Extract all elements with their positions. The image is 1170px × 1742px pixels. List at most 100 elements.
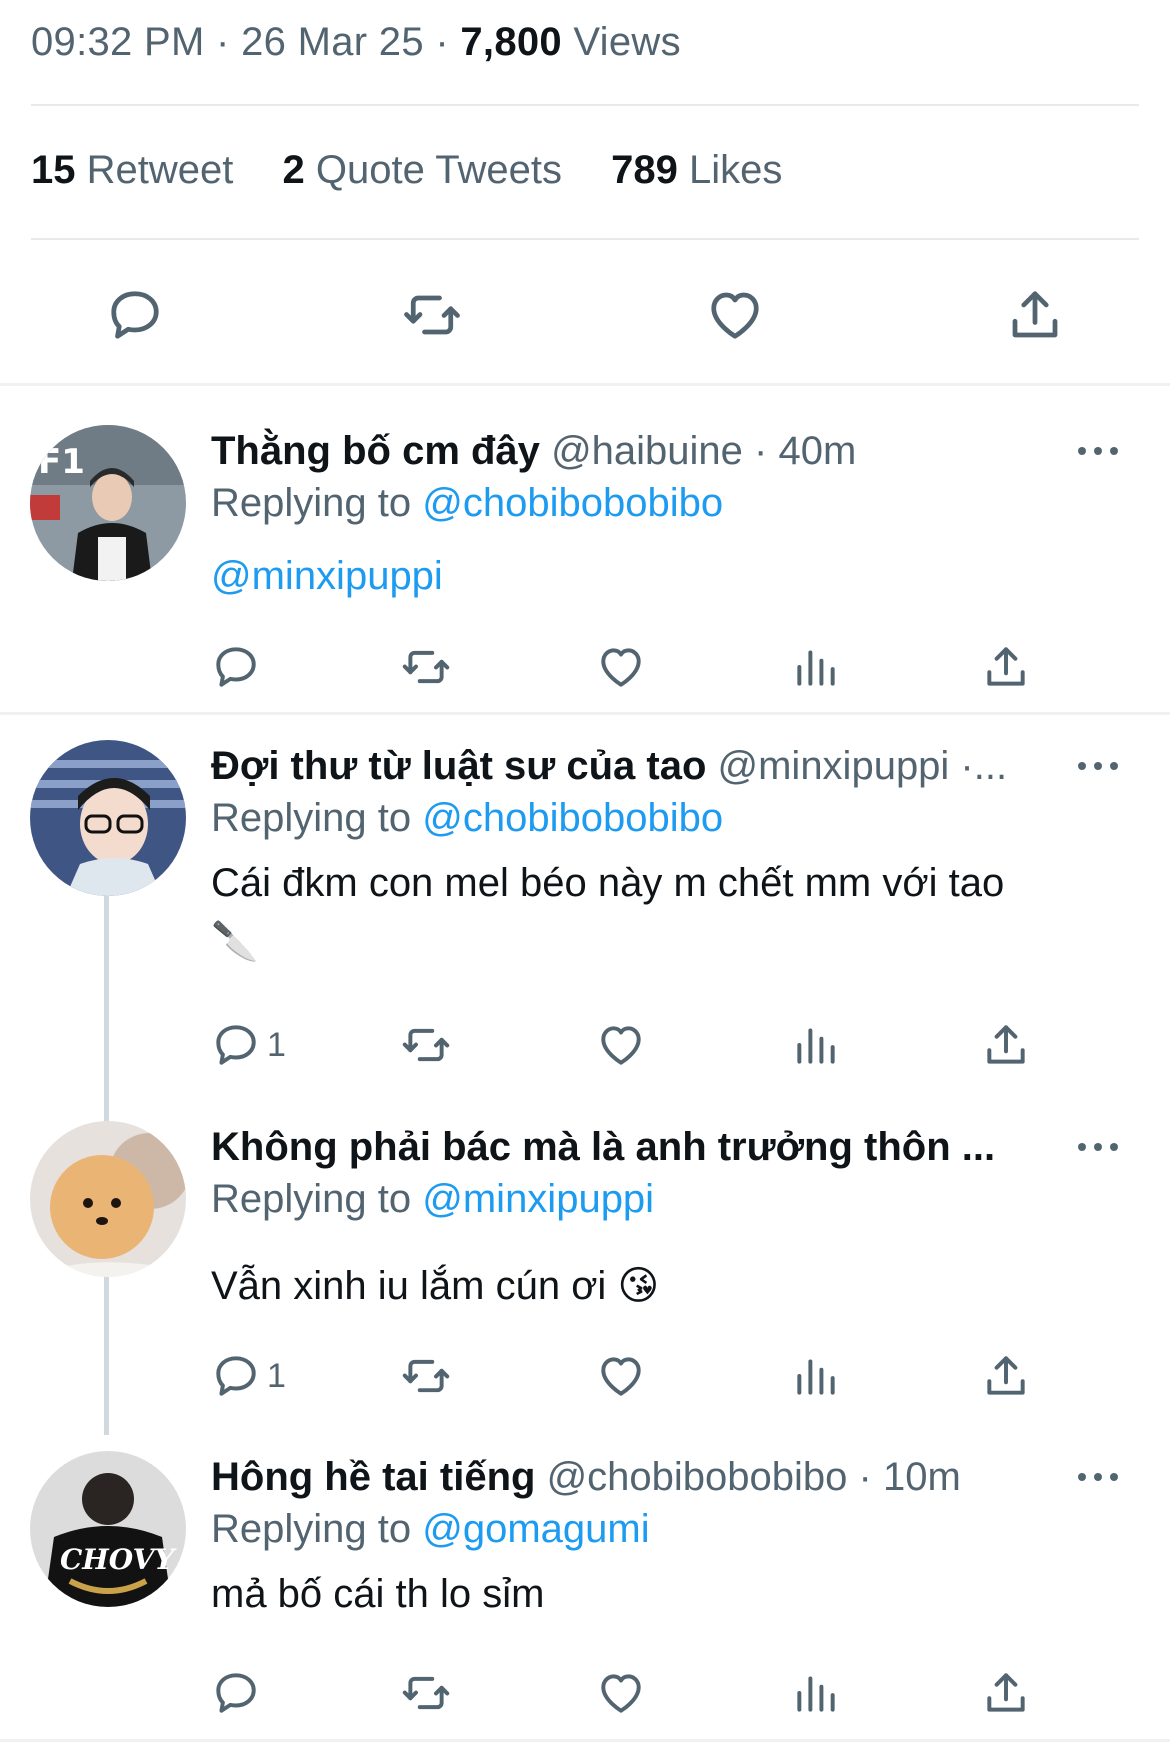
retweet-button[interactable] bbox=[397, 280, 467, 350]
reply-header: Không phải bác mà là anh trưởng thôn ... bbox=[211, 1121, 1051, 1173]
avatar[interactable]: CHOVY bbox=[30, 1451, 186, 1607]
reply-item[interactable]: Đợi thư từ luật sư của tao @minxipuppi ·… bbox=[0, 740, 1170, 1110]
replying-to-link[interactable]: @chobibobobibo bbox=[422, 481, 723, 525]
share-button[interactable] bbox=[981, 637, 1031, 697]
share-icon bbox=[981, 642, 1031, 692]
retweets-label: Retweet bbox=[86, 148, 234, 192]
share-button[interactable] bbox=[981, 1663, 1031, 1723]
handle[interactable]: @chobibobobibo bbox=[547, 1455, 848, 1499]
kiss-emoji: 😘 bbox=[617, 1264, 660, 1308]
avatar[interactable]: F1 bbox=[30, 425, 186, 581]
avatar[interactable] bbox=[30, 740, 186, 896]
like-button[interactable] bbox=[596, 1346, 646, 1406]
reply-action-bar bbox=[211, 637, 1091, 697]
more-options-button[interactable] bbox=[1068, 1127, 1128, 1167]
replying-to-link[interactable]: @gomagumi bbox=[422, 1507, 649, 1551]
tweet-time: 09:32 PM bbox=[31, 20, 205, 64]
reply-button[interactable]: 1 bbox=[211, 1346, 286, 1406]
display-name[interactable]: Hông hề tai tiếng bbox=[211, 1455, 535, 1499]
meta-separator: · bbox=[216, 20, 242, 64]
reply-header: Đợi thư từ luật sư của tao @minxipuppi ·… bbox=[211, 740, 1091, 792]
reply-item[interactable]: CHOVY Hông hề tai tiếng @chobibobobibo ·… bbox=[0, 1451, 1170, 1741]
like-icon bbox=[596, 642, 646, 692]
like-button[interactable] bbox=[596, 1663, 646, 1723]
replying-to-link[interactable]: @chobibobobibo bbox=[422, 796, 723, 840]
share-button[interactable] bbox=[1000, 280, 1070, 350]
views-button[interactable] bbox=[791, 1346, 841, 1406]
replying-label: Replying to bbox=[211, 1507, 412, 1551]
avatar-image: F1 bbox=[30, 425, 186, 581]
reply-item[interactable]: Không phải bác mà là anh trưởng thôn ...… bbox=[0, 1121, 1170, 1451]
likes-stat[interactable]: 789 Likes bbox=[611, 148, 782, 192]
views-button[interactable] bbox=[791, 1015, 841, 1075]
more-options-button[interactable] bbox=[1068, 1457, 1128, 1497]
reply-action-bar bbox=[211, 1663, 1091, 1723]
tweet-action-bar bbox=[0, 280, 1170, 350]
display-name[interactable]: Không phải bác mà là anh trưởng thôn ... bbox=[211, 1125, 995, 1169]
quotes-stat[interactable]: 2 Quote Tweets bbox=[283, 148, 574, 192]
more-icon bbox=[1078, 1473, 1118, 1481]
more-options-button[interactable] bbox=[1068, 746, 1128, 786]
reply-action-bar: 1 bbox=[211, 1346, 1091, 1406]
quotes-label: Quote Tweets bbox=[315, 148, 562, 192]
reply-text-content: Vẫn xinh iu lắm cún ơi bbox=[211, 1264, 607, 1308]
replying-to: Replying to @chobibobobibo bbox=[211, 792, 723, 844]
reply-text-content: mả bố cái th lo sỉm bbox=[211, 1572, 545, 1616]
views-count: 7,800 bbox=[460, 20, 562, 64]
svg-text:F1: F1 bbox=[38, 442, 85, 482]
retweet-button[interactable] bbox=[401, 637, 451, 697]
like-button[interactable] bbox=[596, 637, 646, 697]
mention-link[interactable]: @minxipuppi bbox=[211, 554, 443, 598]
reply-button[interactable]: 1 bbox=[211, 1015, 286, 1075]
reply-time: · 40m bbox=[754, 429, 857, 473]
replying-label: Replying to bbox=[211, 1177, 412, 1221]
reply-button[interactable] bbox=[211, 1663, 261, 1723]
display-name[interactable]: Thằng bố cm đây bbox=[211, 429, 540, 473]
reply-header: Hông hề tai tiếng @chobibobobibo · 10m bbox=[211, 1451, 1091, 1503]
like-button[interactable] bbox=[700, 280, 770, 350]
likes-label: Likes bbox=[688, 148, 783, 192]
reply-item[interactable]: F1 Thằng bố cm đây @haibuine · 40m Reply… bbox=[0, 425, 1170, 705]
reply-button[interactable] bbox=[100, 280, 170, 350]
retweet-button[interactable] bbox=[401, 1346, 451, 1406]
avatar-image bbox=[30, 740, 186, 896]
avatar-image bbox=[30, 1121, 186, 1277]
reply-header: Thằng bố cm đây @haibuine · 40m bbox=[211, 425, 1091, 477]
reply-icon bbox=[211, 642, 261, 692]
views-button[interactable] bbox=[791, 1663, 841, 1723]
handle[interactable]: @minxipuppi ·... bbox=[718, 744, 1008, 788]
replying-to-link[interactable]: @minxipuppi bbox=[422, 1177, 654, 1221]
retweets-stat[interactable]: 15 Retweet bbox=[31, 148, 245, 192]
views-label[interactable]: Views bbox=[573, 20, 680, 64]
handle[interactable]: @haibuine bbox=[551, 429, 743, 473]
like-icon bbox=[596, 1351, 646, 1401]
more-icon bbox=[1078, 447, 1118, 455]
display-name[interactable]: Đợi thư từ luật sư của tao bbox=[211, 744, 706, 788]
like-button[interactable] bbox=[596, 1015, 646, 1075]
share-icon bbox=[981, 1668, 1031, 1718]
views-button[interactable] bbox=[791, 637, 841, 697]
tweet-date: 26 Mar 25 bbox=[241, 20, 424, 64]
reply-button[interactable] bbox=[211, 637, 261, 697]
reply-text: Cái đkm con mel béo này m chết mm với ta… bbox=[211, 854, 1091, 971]
more-options-button[interactable] bbox=[1068, 431, 1128, 471]
reply-icon bbox=[211, 1020, 261, 1070]
reply-count: 1 bbox=[267, 1025, 286, 1064]
share-button[interactable] bbox=[981, 1015, 1031, 1075]
likes-count: 789 bbox=[611, 148, 678, 192]
retweet-icon bbox=[401, 1668, 451, 1718]
more-icon bbox=[1078, 762, 1118, 770]
reply-icon bbox=[211, 1668, 261, 1718]
retweet-button[interactable] bbox=[401, 1015, 451, 1075]
reply-text: Vẫn xinh iu lắm cún ơi 😘 bbox=[211, 1257, 1091, 1315]
retweet-button[interactable] bbox=[401, 1663, 451, 1723]
share-button[interactable] bbox=[981, 1346, 1031, 1406]
section-divider bbox=[0, 383, 1170, 386]
reply-text: mả bố cái th lo sỉm bbox=[211, 1565, 1091, 1623]
views-icon bbox=[791, 1668, 841, 1718]
replying-to: Replying to @chobibobobibo bbox=[211, 477, 723, 529]
retweet-icon bbox=[402, 285, 462, 345]
avatar[interactable] bbox=[30, 1121, 186, 1277]
retweet-icon bbox=[401, 1020, 451, 1070]
divider bbox=[31, 104, 1139, 106]
